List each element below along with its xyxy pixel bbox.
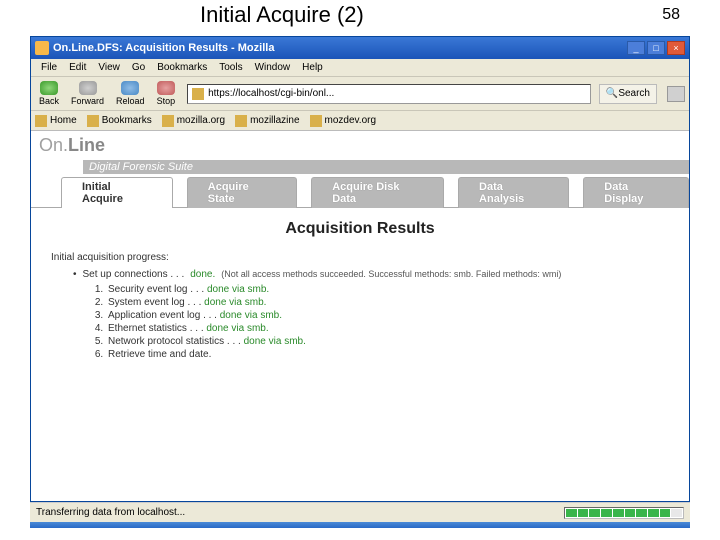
back-button[interactable]: Back xyxy=(35,81,63,106)
bookmark-icon xyxy=(310,115,322,127)
step-item: System event log . . . done via smb. xyxy=(106,297,669,310)
bookmark-mozillazine[interactable]: mozillazine xyxy=(235,115,299,127)
maximize-button[interactable]: □ xyxy=(647,41,665,55)
brand-sub: Digital Forensic Suite xyxy=(83,160,689,174)
setup-done: done. xyxy=(190,269,215,280)
app-icon xyxy=(35,41,49,55)
results-body: Initial acquisition progress: • Set up c… xyxy=(31,252,689,362)
folder-icon xyxy=(87,115,99,127)
progress-label: Initial acquisition progress: xyxy=(51,252,669,263)
bookmark-mozilla[interactable]: mozilla.org xyxy=(162,115,225,127)
menu-bar: File Edit View Go Bookmarks Tools Window… xyxy=(31,59,689,77)
menu-help[interactable]: Help xyxy=(296,62,329,73)
bookmark-mozdev[interactable]: mozdev.org xyxy=(310,115,377,127)
forward-button[interactable]: Forward xyxy=(67,81,108,106)
reload-button[interactable]: Reload xyxy=(112,81,149,106)
tab-data-analysis[interactable]: Data Analysis xyxy=(458,177,569,208)
menu-bookmarks[interactable]: Bookmarks xyxy=(151,62,213,73)
step-item: Network protocol statistics . . . done v… xyxy=(106,336,669,349)
lock-icon xyxy=(192,88,204,100)
status-message: Transferring data from localhost... xyxy=(36,507,564,518)
bookmark-folder[interactable]: Bookmarks xyxy=(87,115,152,127)
step-item: Security event log . . . done via smb. xyxy=(106,284,669,297)
page-heading: Acquisition Results xyxy=(31,208,689,252)
minimize-button[interactable]: _ xyxy=(627,41,645,55)
nav-toolbar: Back Forward Reload Stop https://localho… xyxy=(31,77,689,111)
back-icon xyxy=(40,81,58,95)
tab-data-display[interactable]: Data Display xyxy=(583,177,689,208)
slide-title: Initial Acquire (2) xyxy=(200,2,364,28)
page-content: On.Line Digital Forensic Suite Initial A… xyxy=(31,131,689,501)
stop-icon xyxy=(157,81,175,95)
steps-list: Security event log . . . done via smb. S… xyxy=(51,284,669,362)
bookmark-home[interactable]: Home xyxy=(35,115,77,127)
bookmark-icon xyxy=(235,115,247,127)
step-item: Retrieve time and date. xyxy=(106,349,669,362)
tab-acquire-state[interactable]: Acquire State xyxy=(187,177,297,208)
window-title: On.Line.DFS: Acquisition Results - Mozil… xyxy=(53,42,625,54)
tab-initial-acquire[interactable]: Initial Acquire xyxy=(61,177,173,208)
menu-view[interactable]: View xyxy=(92,62,126,73)
setup-row: • Set up connections . . . done. (Not al… xyxy=(51,269,669,280)
brand-logo: On.Line xyxy=(39,135,105,156)
brand-header: On.Line xyxy=(31,131,689,160)
browser-window: On.Line.DFS: Acquisition Results - Mozil… xyxy=(30,36,690,502)
menu-file[interactable]: File xyxy=(35,62,63,73)
reload-icon xyxy=(121,81,139,95)
bookmark-toolbar: Home Bookmarks mozilla.org mozillazine m… xyxy=(31,111,689,131)
tab-acquire-disk-data[interactable]: Acquire Disk Data xyxy=(311,177,444,208)
search-button[interactable]: 🔍 Search xyxy=(599,84,657,104)
menu-window[interactable]: Window xyxy=(249,62,297,73)
slide-number: 58 xyxy=(662,2,680,28)
status-bar: Transferring data from localhost... xyxy=(30,502,690,522)
step-item: Ethernet statistics . . . done via smb. xyxy=(106,323,669,336)
forward-icon xyxy=(79,81,97,95)
menu-go[interactable]: Go xyxy=(126,62,151,73)
print-button[interactable] xyxy=(667,86,685,102)
window-titlebar: On.Line.DFS: Acquisition Results - Mozil… xyxy=(31,37,689,59)
stop-button[interactable]: Stop xyxy=(153,81,180,106)
menu-tools[interactable]: Tools xyxy=(213,62,248,73)
address-bar[interactable]: https://localhost/cgi-bin/onl... xyxy=(187,84,591,104)
bookmark-icon xyxy=(162,115,174,127)
url-text: https://localhost/cgi-bin/onl... xyxy=(208,88,334,99)
os-taskbar xyxy=(30,522,690,528)
setup-note: (Not all access methods succeeded. Succe… xyxy=(221,269,561,280)
step-item: Application event log . . . done via smb… xyxy=(106,310,669,323)
menu-edit[interactable]: Edit xyxy=(63,62,92,73)
close-button[interactable]: × xyxy=(667,41,685,55)
home-icon xyxy=(35,115,47,127)
app-tabs: Initial Acquire Acquire State Acquire Di… xyxy=(31,176,689,208)
progress-bar xyxy=(564,507,684,519)
